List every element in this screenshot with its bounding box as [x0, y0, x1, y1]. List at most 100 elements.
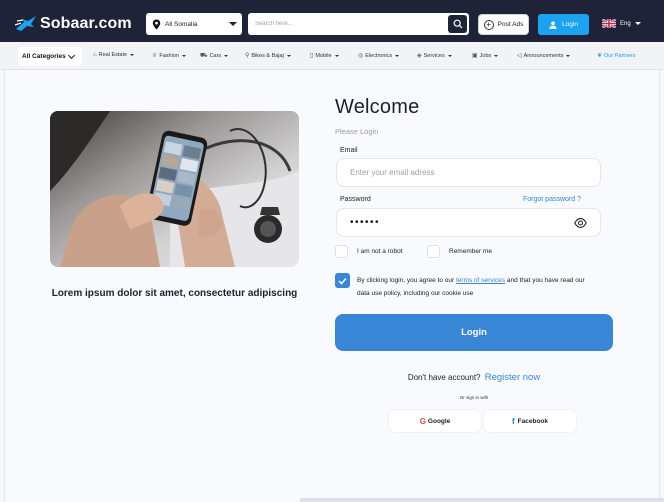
- google-label: Google: [427, 417, 451, 425]
- category-mobile[interactable]: ▯ Mobile: [310, 52, 339, 59]
- briefcase-icon: ▣: [472, 53, 478, 59]
- remember-me-checkbox[interactable]: [427, 245, 440, 258]
- bottom-divider: [300, 498, 664, 502]
- chevron-down-icon: [229, 22, 237, 26]
- handshake-icon: ❦: [597, 53, 603, 59]
- password-field[interactable]: ••••••: [336, 208, 601, 237]
- email-field-wrapper: [336, 158, 601, 187]
- megaphone-icon: ◁: [517, 53, 522, 59]
- location-pin-icon: [152, 19, 161, 29]
- category-label: Jobs: [479, 52, 492, 59]
- user-icon: [549, 21, 557, 29]
- location-value: All Somalia: [165, 20, 198, 28]
- category-label: Bikes & Bajaj: [251, 52, 284, 59]
- category-nav: All Categories ⌂ Real Estate ♕ Fashion ⛟…: [0, 42, 664, 70]
- all-categories-label: All Categories: [22, 53, 66, 60]
- terms-text: By clicking login, you agree to our term…: [357, 274, 597, 300]
- email-field[interactable]: [337, 159, 600, 186]
- language-select[interactable]: Eng: [602, 19, 641, 28]
- hero-photo: [50, 111, 299, 267]
- chevron-down-icon: [566, 54, 571, 57]
- or-sign-in-label: Or sign in with: [459, 395, 489, 400]
- page: Sobaar.com All Somalia + Post Ads: [0, 0, 664, 502]
- uk-flag-icon: [602, 19, 616, 28]
- search-button[interactable]: [448, 15, 467, 33]
- bike-icon: ⚲: [245, 53, 250, 59]
- category-bikes[interactable]: ⚲ Bikes & Bajaj: [245, 52, 291, 59]
- category-label: Fashion: [159, 52, 179, 59]
- chevron-down-icon: [494, 54, 499, 57]
- no-account-text: Don't have account? Register now: [335, 372, 613, 383]
- login-submit-button[interactable]: Login: [335, 314, 613, 351]
- category-label: Cars: [209, 53, 222, 59]
- chevron-down-icon: [286, 54, 291, 57]
- facebook-label: Facebook: [517, 417, 548, 425]
- post-ads-button[interactable]: + Post Ads: [478, 14, 529, 35]
- house-icon: ⌂: [93, 52, 97, 58]
- category-fashion[interactable]: ♕ Fashion: [152, 52, 186, 59]
- search-input[interactable]: [248, 13, 444, 35]
- chevron-down-icon: [130, 54, 135, 56]
- phone-icon: ▯: [310, 53, 314, 59]
- plus-circle-icon: +: [483, 19, 494, 30]
- chevron-down-icon: [181, 54, 186, 57]
- chevron-down-icon: [334, 54, 339, 57]
- category-label: Real Estate: [98, 52, 128, 58]
- category-label: Services: [423, 52, 445, 59]
- hanger-icon: ♕: [152, 53, 158, 59]
- search-bar: [248, 13, 469, 35]
- email-label: Email: [340, 147, 358, 154]
- chip-icon: ◎: [358, 53, 364, 59]
- category-label: Mobile: [315, 52, 332, 59]
- facebook-login-button[interactable]: f Facebook: [484, 410, 576, 432]
- show-password-eye-icon[interactable]: [574, 217, 587, 229]
- search-icon: [453, 19, 462, 29]
- register-link[interactable]: Register now: [485, 372, 540, 383]
- remember-me-label: Remember me: [449, 248, 492, 255]
- tag-icon: ◈: [417, 53, 422, 59]
- category-announcements[interactable]: ◁ Announcements: [517, 52, 571, 59]
- header-login-button[interactable]: Login: [538, 14, 589, 35]
- header-login-label: Login: [562, 21, 578, 28]
- our-partners-label: Our Partners: [604, 52, 636, 59]
- category-services[interactable]: ◈ Services: [417, 52, 452, 59]
- category-real-estate[interactable]: ⌂ Real Estate: [93, 52, 135, 58]
- all-categories-button[interactable]: All Categories: [18, 47, 82, 66]
- facebook-icon: f: [511, 416, 515, 426]
- category-jobs[interactable]: ▣ Jobs: [472, 52, 499, 59]
- category-label: Electronics: [365, 52, 393, 59]
- not-robot-label: I am not a robot: [357, 248, 403, 255]
- our-partners-link[interactable]: ❦ Our Partners: [597, 52, 636, 60]
- terms-of-service-link[interactable]: terms of services: [456, 277, 505, 284]
- password-label: Password: [340, 196, 371, 203]
- google-login-button[interactable]: G Google: [389, 410, 481, 432]
- site-logo[interactable]: Sobaar.com: [14, 13, 132, 35]
- chevron-down-icon: [447, 54, 452, 57]
- google-icon: G: [419, 416, 426, 426]
- password-value: ••••••: [350, 217, 381, 228]
- car-icon: ⛟: [200, 53, 208, 59]
- forgot-password-link[interactable]: Forgot password ?: [523, 196, 581, 203]
- not-robot-checkbox[interactable]: [335, 245, 348, 258]
- category-label: Announcements: [523, 52, 564, 59]
- chevron-down-icon: [224, 55, 229, 57]
- category-electronics[interactable]: ◎ Electronics: [358, 52, 400, 59]
- logo-bird-icon: [14, 16, 36, 31]
- language-value: Eng: [620, 20, 631, 27]
- checkmark-icon: [338, 277, 347, 285]
- category-cars[interactable]: ⛟ Cars: [200, 52, 229, 60]
- no-account-label: Don't have account?: [407, 373, 481, 382]
- page-subtitle: Please Login: [335, 127, 379, 136]
- top-header: Sobaar.com All Somalia + Post Ads: [0, 0, 664, 42]
- logo-text: Sobaar.com: [40, 15, 132, 32]
- login-submit-label: Login: [461, 327, 487, 338]
- chevron-down-icon: [395, 54, 400, 57]
- location-select[interactable]: All Somalia: [146, 13, 242, 35]
- page-title: Welcome: [335, 96, 420, 118]
- post-ads-label: Post Ads: [497, 21, 524, 28]
- person-holding-phone-illustration: [50, 111, 299, 267]
- chevron-down-icon: [67, 51, 75, 59]
- terms-checkbox[interactable]: [335, 273, 350, 288]
- hero-tagline: Lorem ipsum dolor sit amet, consectetur …: [51, 288, 298, 299]
- terms-text-before: By clicking login, you agree to our: [357, 277, 456, 284]
